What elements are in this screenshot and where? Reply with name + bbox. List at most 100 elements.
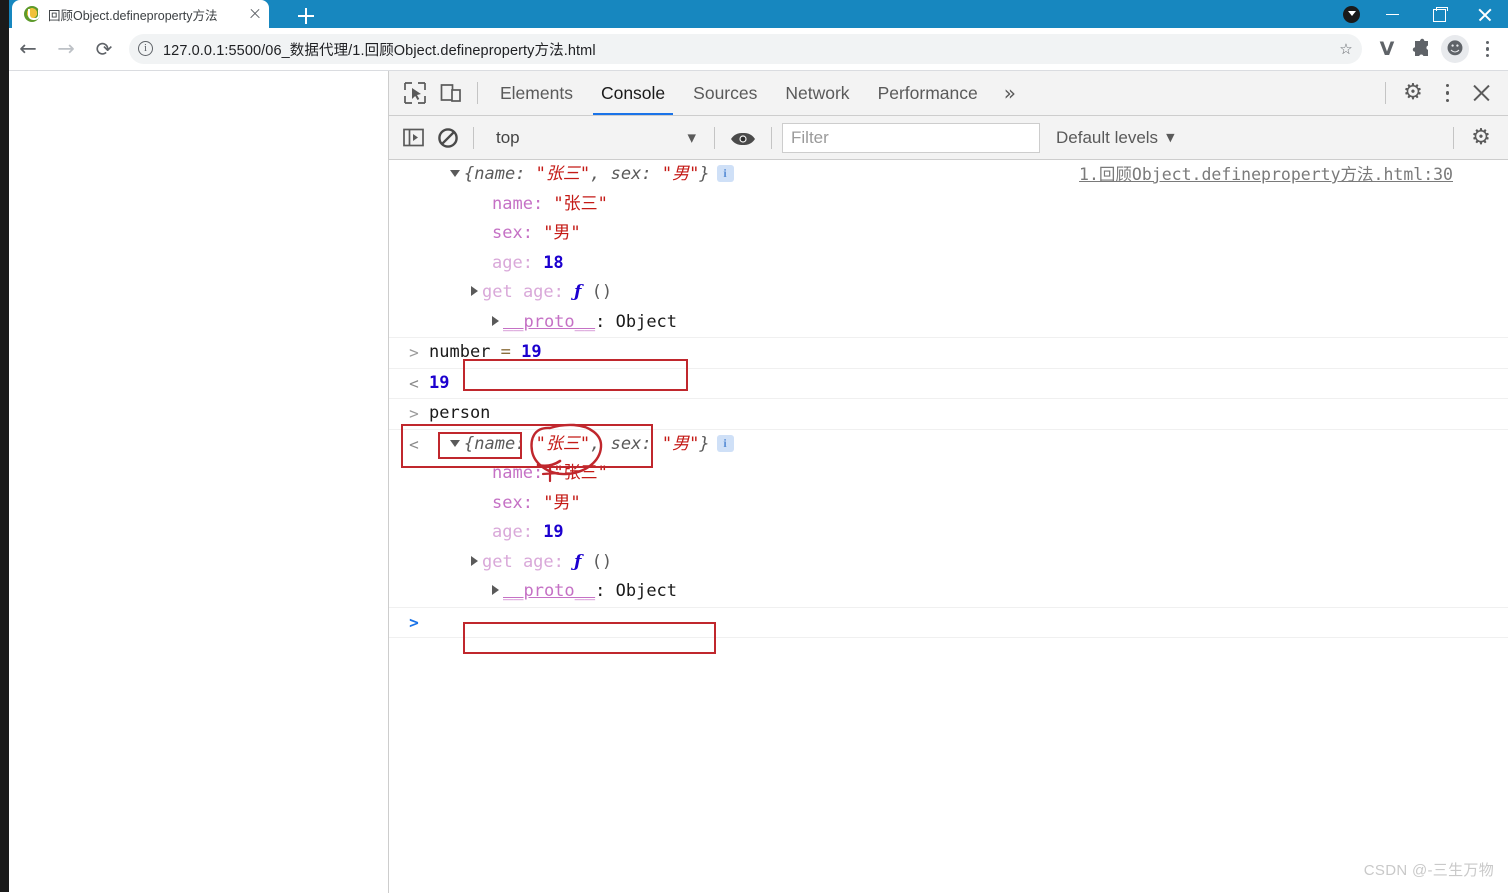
console-message-group[interactable]: > person (389, 399, 1508, 430)
console-line[interactable]: get age: ƒ () (389, 278, 1508, 308)
expand-triangle-closed-icon[interactable] (471, 555, 478, 566)
console-line[interactable]: name: "张三" (389, 459, 1508, 489)
console-log-levels-selector[interactable]: Default levels ▼ (1056, 123, 1175, 153)
console-token: } (699, 164, 710, 184)
console-line[interactable]: name: "张三" (389, 190, 1508, 220)
tab-performance[interactable]: Performance (864, 71, 992, 115)
console-message-group[interactable]: > (389, 608, 1508, 638)
console-message-group[interactable]: {name: "张三", sex: "男"} i 1.回顾Object.define… (389, 160, 1508, 338)
extension-v-icon[interactable]: V (1370, 32, 1404, 66)
browser-menu-button[interactable] (1472, 32, 1502, 66)
console-message-group[interactable]: <19 (389, 369, 1508, 399)
console-line[interactable]: > (389, 608, 1508, 638)
tab-console[interactable]: Console (587, 71, 679, 115)
address-bar[interactable]: i 127.0.0.1:5500/06_数据代理/1.回顾Object.defi… (129, 34, 1362, 64)
console-token: get age: (482, 282, 575, 302)
forward-arrow-icon: → (57, 36, 75, 61)
window-minimize-button[interactable] (1370, 0, 1416, 28)
console-output-marker: < (409, 434, 419, 454)
browser-update-badge-icon[interactable] (1336, 0, 1370, 28)
console-output-marker: < (409, 373, 419, 393)
console-token: __proto__ (503, 581, 596, 601)
object-info-badge-icon[interactable]: i (716, 434, 734, 452)
console-line[interactable]: <19 (389, 369, 1508, 399)
console-context-selector[interactable]: top ▼ (482, 123, 706, 153)
expand-triangle-closed-icon[interactable] (492, 585, 499, 595)
back-button[interactable]: ← (9, 30, 47, 68)
console-filter-input[interactable]: Filter (782, 122, 1040, 153)
console-line[interactable]: > number = 19 (389, 338, 1508, 368)
browser-tab-active[interactable]: 回顾Object.defineproperty方法 (12, 0, 269, 28)
devtools-tabbar-right: ⚙ (1377, 74, 1508, 112)
console-token: () (581, 551, 613, 572)
window-maximize-button[interactable] (1416, 0, 1462, 28)
console-line[interactable]: __proto__: Object (389, 577, 1508, 607)
console-token: sex: (492, 223, 544, 243)
device-toolbar-icon[interactable] (433, 75, 469, 111)
extensions-puzzle-button[interactable] (1404, 32, 1438, 66)
extension-v-glyph: V (1379, 38, 1395, 60)
expand-triangle-open-icon[interactable] (450, 170, 460, 177)
console-line[interactable]: {name: "张三", sex: "男"} i 1.回顾Object.define… (389, 160, 1508, 190)
new-tab-button[interactable] (292, 4, 320, 28)
site-info-button[interactable]: i (129, 35, 163, 63)
live-expression-eye-icon[interactable] (723, 121, 763, 155)
console-line[interactable]: < {name: "张三", sex: "男"} i (389, 430, 1508, 460)
inspect-element-icon[interactable] (397, 75, 433, 111)
devtools-close-button[interactable] (1462, 74, 1500, 112)
bookmark-star-icon[interactable]: ☆ (1334, 37, 1358, 61)
log-levels-label: Default levels (1056, 127, 1159, 147)
filterbar-divider (771, 126, 772, 149)
menu-dot (1445, 84, 1449, 88)
console-sidebar-toggle-icon[interactable] (397, 121, 431, 155)
console-token: 19 (429, 372, 450, 393)
console-filter-bar: top ▼ Filter Default levels ▼ ⚙ (389, 116, 1508, 160)
profile-avatar[interactable]: ☻ (1438, 32, 1472, 66)
gear-icon: ⚙ (1403, 80, 1423, 105)
filterbar-divider (1453, 126, 1454, 149)
console-line-content: __proto__: Object (492, 308, 677, 338)
chevron-down-icon: ▼ (687, 131, 696, 144)
console-token: "张三" (553, 463, 608, 483)
console-token: "男" (661, 433, 700, 454)
console-line[interactable]: sex: "男" (389, 489, 1508, 519)
tab-close-icon[interactable] (247, 6, 263, 22)
console-line-content: 19 (429, 369, 449, 399)
address-bar-url[interactable]: 127.0.0.1:5500/06_数据代理/1.回顾Object.define… (163, 39, 1358, 60)
expand-triangle-closed-icon[interactable] (471, 286, 478, 296)
tab-network[interactable]: Network (771, 71, 863, 115)
devtools-settings-button[interactable]: ⚙ (1394, 74, 1432, 112)
object-info-badge-icon[interactable]: i (716, 165, 734, 182)
forward-button[interactable]: → (47, 30, 85, 68)
console-filter-bar-right: ⚙ (1445, 119, 1508, 157)
expand-triangle-closed-icon[interactable] (492, 315, 499, 326)
console-line[interactable]: > person (389, 399, 1508, 429)
more-tabs-button[interactable]: » (992, 71, 1028, 115)
clear-console-icon[interactable] (431, 121, 465, 155)
console-source-link[interactable]: 1.回顾Object.defineproperty方法.html:30 (1079, 160, 1453, 190)
console-token: : (595, 311, 616, 332)
console-line[interactable]: age: 18 (389, 249, 1508, 279)
console-line[interactable]: sex: "男" (389, 219, 1508, 249)
console-line-content: {name: "张三", sex: "男"} i (450, 430, 734, 460)
window-close-button[interactable] (1462, 0, 1508, 28)
console-settings-button[interactable]: ⚙ (1462, 119, 1500, 157)
console-line[interactable]: age: 19 (389, 518, 1508, 548)
tab-sources[interactable]: Sources (679, 71, 771, 115)
console-token: person (429, 403, 491, 423)
console-token: sex: (610, 164, 662, 184)
console-message-list[interactable]: {name: "张三", sex: "男"} i 1.回顾Object.define… (389, 160, 1508, 893)
console-input-marker: > (409, 343, 419, 362)
console-line[interactable]: get age: ƒ () (389, 548, 1508, 578)
devtools-menu-button[interactable] (1432, 74, 1462, 112)
menu-dot (1486, 47, 1490, 51)
console-line[interactable]: __proto__: Object (389, 308, 1508, 338)
console-token: = (490, 342, 522, 362)
reload-button[interactable]: ⟳ (85, 30, 123, 68)
browser-window: 回顾Object.defineproperty方法 ← → ⟳ i 127.0.… (0, 0, 1508, 893)
browser-toolbar: ← → ⟳ i 127.0.0.1:5500/06_数据代理/1.回顾Objec… (9, 28, 1508, 70)
tab-elements[interactable]: Elements (486, 71, 587, 115)
console-message-group[interactable]: > number = 19 (389, 338, 1508, 369)
expand-triangle-open-icon[interactable] (450, 439, 460, 447)
console-message-group[interactable]: < {name: "张三", sex: "男"} i name: "张三" sex: "… (389, 430, 1508, 608)
